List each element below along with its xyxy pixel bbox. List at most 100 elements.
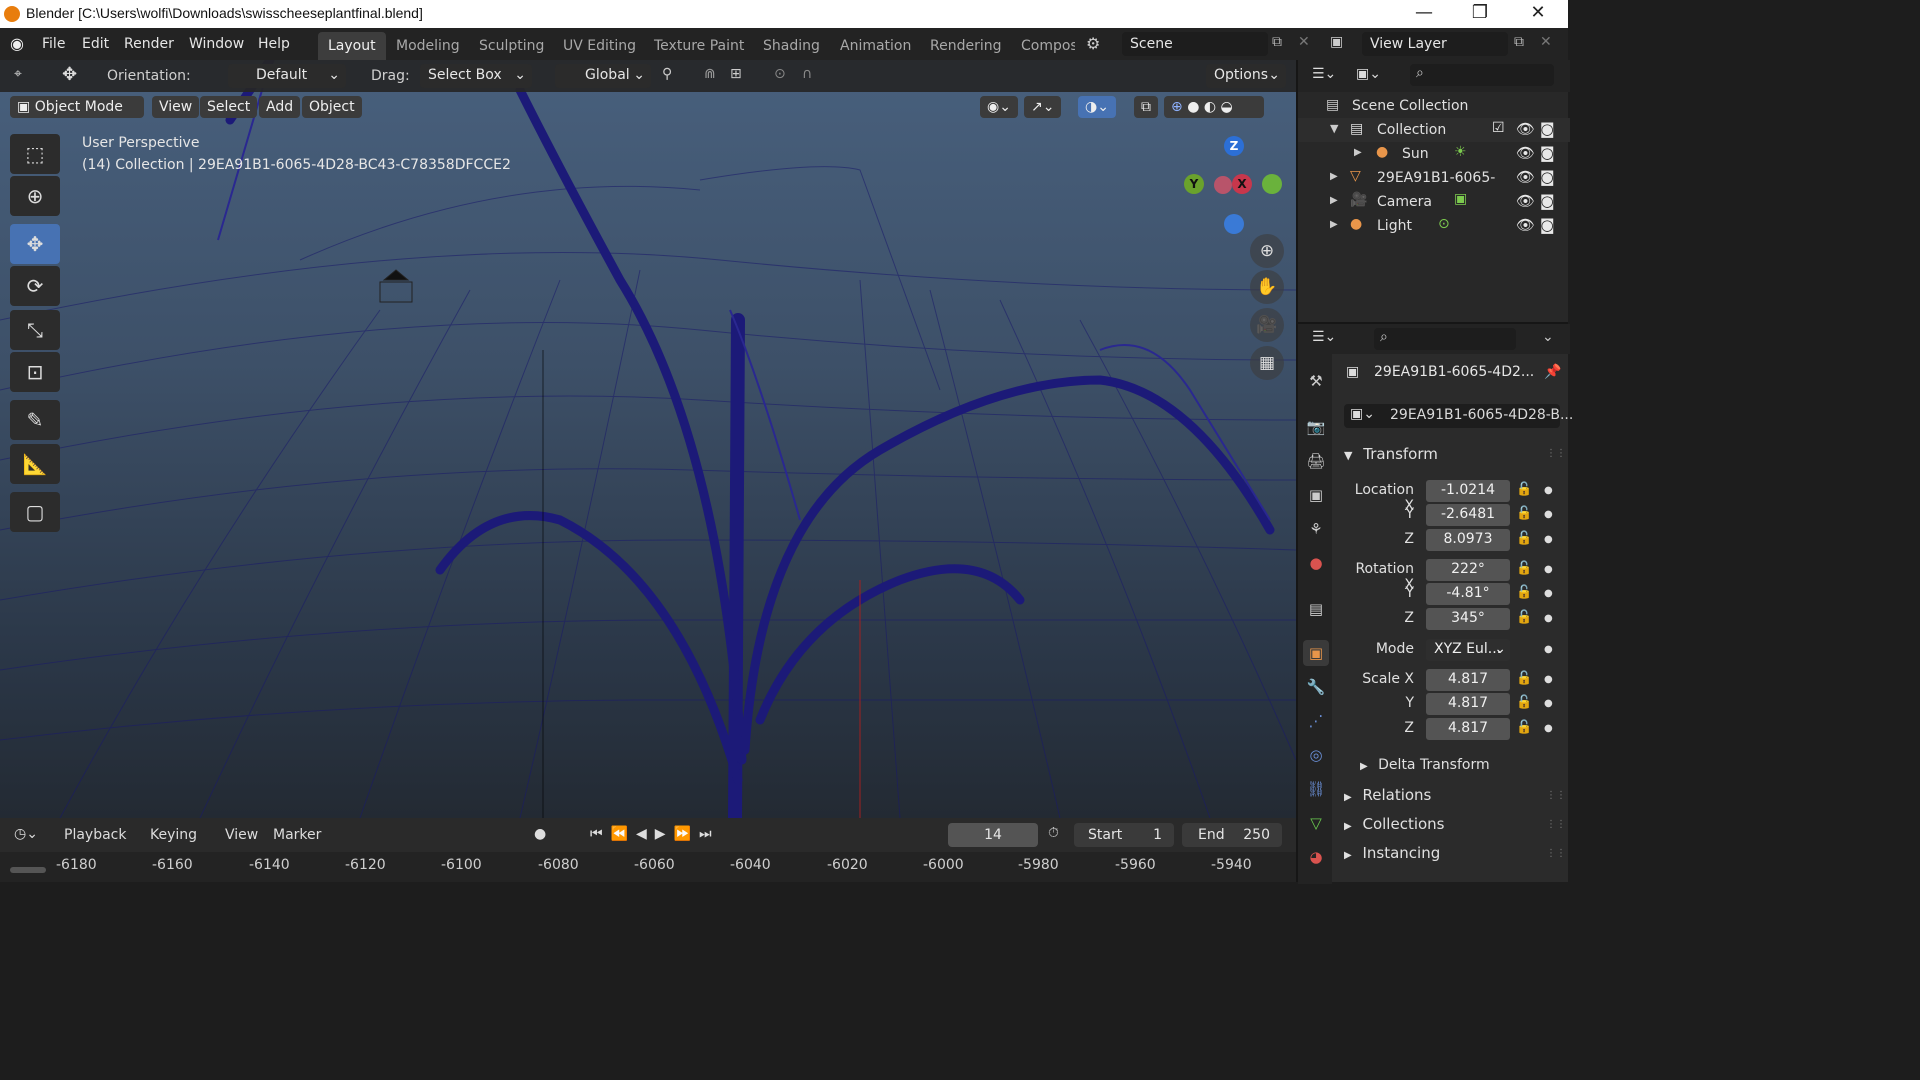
world-tab-icon[interactable]: ● (1303, 550, 1329, 576)
lock-icon[interactable]: 🔓 (1516, 561, 1532, 576)
keyframe-dot-icon[interactable]: ● (1544, 698, 1553, 709)
keyframe-dot-icon[interactable]: ● (1544, 564, 1553, 575)
visibility-eye-icon[interactable]: 👁 (1516, 216, 1535, 234)
tab-compositing[interactable]: Compos (1011, 32, 1075, 60)
rotation-mode-dropdown[interactable]: XYZ Eul... ⌄ (1426, 639, 1510, 661)
delete-view-layer-icon[interactable]: ✕ (1540, 34, 1552, 50)
transform-tool-icon[interactable]: ✥ (62, 64, 77, 85)
chevron-down-icon[interactable]: ⌄ (1542, 329, 1554, 345)
drag-handle-icon[interactable]: ⋮⋮ (1546, 790, 1566, 801)
add-cube-tool[interactable]: ▢ (10, 492, 60, 532)
gizmo-neg-y-axis[interactable] (1262, 174, 1282, 194)
constraints-tab-icon[interactable]: ⛓ (1303, 776, 1329, 802)
lock-icon[interactable]: 🔓 (1516, 585, 1532, 600)
physics-tab-icon[interactable]: ◎ (1303, 742, 1329, 768)
transform-orientation-dropdown[interactable]: Global ⌄ (555, 64, 651, 88)
render-camera-icon[interactable]: ◙ (1540, 192, 1555, 210)
scene-tab-icon[interactable]: ⚘ (1303, 516, 1329, 542)
expand-arrow-icon[interactable]: ▶ (1330, 171, 1338, 182)
expand-arrow-icon[interactable]: ▶ (1330, 195, 1338, 206)
keyframe-dot-icon[interactable]: ● (1544, 674, 1553, 685)
falloff-icon[interactable]: ∩ (802, 66, 812, 82)
visibility-icon[interactable]: ◉⌄ (980, 96, 1018, 118)
menu-render[interactable]: Render (124, 36, 174, 52)
outliner-editor-type-icon[interactable]: ☰⌄ (1312, 66, 1336, 82)
solid-shading-icon[interactable]: ● (1187, 99, 1199, 115)
pin-icon[interactable]: 📌 (1544, 364, 1561, 380)
object-tab-icon[interactable]: ▣ (1303, 640, 1329, 666)
viewport-menu-view[interactable]: View (152, 96, 200, 118)
drag-handle-icon[interactable]: ⋮⋮ (1546, 448, 1566, 459)
instancing-section[interactable]: ▶ Instancing (1344, 844, 1440, 862)
wireframe-shading-icon[interactable]: ⊕ (1171, 99, 1183, 115)
timeline-menu-marker[interactable]: Marker (273, 827, 321, 843)
collection-tab-icon[interactable]: ▤ (1303, 596, 1329, 622)
editor-type-icon[interactable]: ⌖ (14, 66, 22, 82)
tab-texture-paint[interactable]: Texture Paint (644, 32, 754, 60)
annotate-tool[interactable]: ✎ (10, 400, 60, 440)
gizmo-toggle-icon[interactable]: ↗⌄ (1024, 96, 1062, 118)
lock-icon[interactable]: 🔓 (1516, 506, 1532, 521)
visibility-eye-icon[interactable]: 👁 (1516, 144, 1535, 162)
modifier-tab-icon[interactable]: 🔧 (1303, 674, 1329, 700)
overlays-toggle-icon[interactable]: ◑⌄ (1078, 96, 1116, 118)
display-mode-icon[interactable]: ▣⌄ (1356, 66, 1381, 82)
end-frame-field[interactable]: End 250 (1182, 823, 1282, 847)
expand-arrow-icon[interactable]: ▶ (1330, 219, 1338, 230)
rendered-shading-icon[interactable]: ◒ (1221, 99, 1233, 115)
measure-tool[interactable]: 📐 (10, 444, 60, 484)
maximize-button[interactable]: ❐ (1460, 2, 1500, 26)
transform-section-header[interactable]: ▼ Transform (1344, 445, 1438, 463)
keyframe-dot-icon[interactable]: ● (1544, 485, 1553, 496)
render-tab-icon[interactable]: 📷 (1303, 414, 1329, 440)
lock-icon[interactable]: 🔓 (1516, 610, 1532, 625)
start-frame-field[interactable]: Start 1 (1074, 823, 1174, 847)
timeline-editor-type-icon[interactable]: ◷⌄ (14, 826, 38, 842)
new-view-layer-icon[interactable]: ⧉ (1514, 34, 1524, 50)
cursor-tool[interactable]: ⊕ (10, 176, 60, 216)
viewport-menu-select[interactable]: Select (200, 96, 258, 118)
options-dropdown[interactable]: Options ⌄ (1206, 64, 1286, 88)
transform-tool[interactable]: ⊡ (10, 352, 60, 392)
menu-file[interactable]: File (42, 36, 65, 52)
auto-keying-icon[interactable]: ● (534, 826, 546, 842)
keyframe-dot-icon[interactable]: ● (1544, 534, 1553, 545)
lock-icon[interactable]: 🔓 (1516, 671, 1532, 686)
snap-icon[interactable]: ⋒ (704, 66, 716, 82)
drag-dropdown[interactable]: Select Box ⌄ (420, 64, 532, 88)
viewport-menu-add[interactable]: Add (259, 96, 301, 118)
tab-uv-editing[interactable]: UV Editing (553, 32, 646, 60)
close-window-button[interactable]: ✕ (1518, 2, 1558, 26)
viewport-menu-object[interactable]: Object (302, 96, 362, 118)
minimize-button[interactable]: — (1404, 2, 1444, 26)
scale-x-field[interactable]: 4.817 (1426, 669, 1510, 691)
scale-z-field[interactable]: 4.817 (1426, 718, 1510, 740)
properties-search-input[interactable]: ⌕ (1374, 328, 1516, 350)
orthographic-grid-icon[interactable]: ▦ (1250, 346, 1284, 380)
tab-rendering[interactable]: Rendering (920, 32, 1012, 60)
tab-animation[interactable]: Animation (830, 32, 921, 60)
tab-shading[interactable]: Shading (753, 32, 830, 60)
view-layer-tab-icon[interactable]: ▣ (1303, 482, 1329, 508)
3d-viewport[interactable]: ⌖ ✥ Orientation: Default ⌄ Drag: Select … (0, 60, 1296, 818)
tab-modeling[interactable]: Modeling (386, 32, 470, 60)
drag-handle-icon[interactable]: ⋮⋮ (1546, 848, 1566, 859)
location-x-field[interactable]: -1.0214 (1426, 480, 1510, 502)
rotation-y-field[interactable]: -4.81° (1426, 583, 1510, 605)
pan-hand-icon[interactable]: ✋ (1250, 270, 1284, 304)
properties-editor-type-icon[interactable]: ☰⌄ (1312, 329, 1336, 345)
relations-section[interactable]: ▶ Relations (1344, 786, 1431, 804)
object-datablock-field[interactable]: ▣⌄ 29EA91B1-6065-4D28-B... (1344, 404, 1573, 428)
view-layer-icon[interactable]: ▣ (1330, 34, 1343, 50)
scale-tool[interactable]: ⤡ (10, 310, 60, 350)
tab-sculpting[interactable]: Sculpting (469, 32, 554, 60)
xray-toggle-icon[interactable]: ⧉ (1134, 96, 1158, 118)
delta-transform-section[interactable]: ▶ Delta Transform (1360, 757, 1490, 773)
gizmo-z-axis[interactable]: Z (1224, 136, 1244, 156)
menu-help[interactable]: Help (258, 36, 290, 52)
material-tab-icon[interactable]: ◕ (1303, 844, 1329, 870)
timeline-scrollbar[interactable] (10, 867, 46, 873)
visibility-eye-icon[interactable]: 👁 (1516, 192, 1535, 210)
keyframe-dot-icon[interactable]: ● (1544, 723, 1553, 734)
outliner-row-camera[interactable]: ▶ 🎥 Camera ▣ 👁 ◙ (1298, 190, 1570, 214)
